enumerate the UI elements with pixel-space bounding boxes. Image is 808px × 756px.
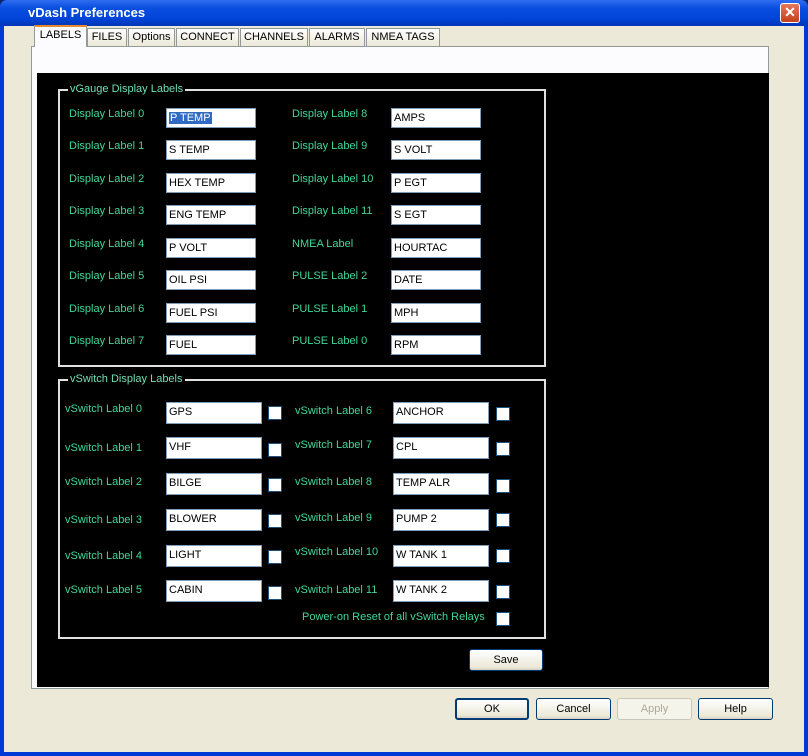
vgauge-field-3[interactable]: ENG TEMP — [166, 205, 256, 225]
vswitch-checkbox-9[interactable] — [496, 513, 510, 527]
pulse-field-0[interactable]: RPM — [391, 335, 481, 355]
tab-files[interactable]: FILES — [87, 28, 127, 46]
vgauge-label-3: Display Label 3 — [69, 205, 145, 217]
vgauge-field-10[interactable]: P EGT — [391, 173, 481, 193]
tab-nmea-tags[interactable]: NMEA TAGS — [366, 28, 440, 46]
ok-button[interactable]: OK — [455, 698, 529, 720]
vswitch-checkbox-0[interactable] — [268, 406, 282, 420]
tab-labels[interactable]: LABELS — [34, 25, 87, 47]
vswitch-checkbox-8[interactable] — [496, 479, 510, 493]
vgauge-label-6: Display Label 6 — [69, 303, 145, 315]
vgauge-field-8[interactable]: AMPS — [391, 108, 481, 128]
vswitch-label-7: vSwitch Label 7 — [295, 439, 373, 451]
save-button[interactable]: Save — [469, 649, 543, 671]
vgauge-group: vGauge Display Labels — [58, 83, 546, 367]
vswitch-label-8: vSwitch Label 8 — [295, 476, 373, 488]
vgauge-field-0[interactable]: P TEMP — [166, 108, 256, 128]
vswitch-label-0: vSwitch Label 0 — [65, 403, 143, 415]
help-button[interactable]: Help — [698, 698, 773, 720]
vswitch-field-4[interactable]: LIGHT — [166, 545, 262, 567]
preferences-window: vDash Preferences ✕ LABELS FILES Options… — [0, 0, 808, 756]
vswitch-field-3[interactable]: BLOWER — [166, 509, 262, 531]
pulse-field-1[interactable]: MPH — [391, 303, 481, 323]
title-bar[interactable]: vDash Preferences ✕ — [0, 0, 808, 26]
vgauge-label-5: Display Label 5 — [69, 270, 145, 282]
vgauge-label-11: Display Label 11 — [292, 205, 373, 217]
vswitch-field-0[interactable]: GPS — [166, 402, 262, 424]
vswitch-checkbox-7[interactable] — [496, 442, 510, 456]
vgauge-field-2[interactable]: HEX TEMP — [166, 173, 256, 193]
vswitch-label-3: vSwitch Label 3 — [65, 514, 143, 526]
vswitch-label-1: vSwitch Label 1 — [65, 442, 143, 454]
vgauge-field-4[interactable]: P VOLT — [166, 238, 256, 258]
vswitch-checkbox-6[interactable] — [496, 407, 510, 421]
vgauge-label-4: Display Label 4 — [69, 238, 145, 250]
vgauge-field-5[interactable]: OIL PSI — [166, 270, 256, 290]
close-button[interactable]: ✕ — [780, 3, 800, 23]
vgauge-label-1: Display Label 1 — [69, 140, 145, 152]
power-reset-label: Power-on Reset of all vSwitch Relays — [302, 611, 485, 623]
vswitch-group-title: vSwitch Display Labels — [68, 373, 185, 385]
vgauge-label-0: Display Label 0 — [69, 108, 145, 120]
vswitch-checkbox-4[interactable] — [268, 550, 282, 564]
vswitch-field-10[interactable]: W TANK 1 — [393, 545, 489, 567]
vswitch-checkbox-11[interactable] — [496, 585, 510, 599]
apply-button[interactable]: Apply — [617, 698, 692, 720]
nmea-label: NMEA Label — [292, 238, 354, 250]
vswitch-field-7[interactable]: CPL — [393, 437, 489, 459]
vgauge-field-0-text: P TEMP — [169, 112, 212, 124]
vswitch-label-6: vSwitch Label 6 — [295, 405, 373, 417]
tab-alarms[interactable]: ALARMS — [309, 28, 365, 46]
vswitch-label-5: vSwitch Label 5 — [65, 584, 143, 596]
vswitch-field-6[interactable]: ANCHOR — [393, 402, 489, 424]
vswitch-field-1[interactable]: VHF — [166, 437, 262, 459]
vgauge-label-8: Display Label 8 — [292, 108, 368, 120]
vgauge-field-1[interactable]: S TEMP — [166, 140, 256, 160]
vgauge-label-7: Display Label 7 — [69, 335, 145, 347]
pulse-label-0: PULSE Label 0 — [292, 335, 368, 347]
vgauge-group-title: vGauge Display Labels — [68, 83, 186, 95]
vswitch-field-8[interactable]: TEMP ALR — [393, 473, 489, 495]
vgauge-label-2: Display Label 2 — [69, 173, 145, 185]
window-title: vDash Preferences — [28, 5, 146, 20]
vgauge-field-7[interactable]: FUEL — [166, 335, 256, 355]
pulse-label-2: PULSE Label 2 — [292, 270, 368, 282]
close-icon: ✕ — [784, 4, 796, 20]
vswitch-checkbox-10[interactable] — [496, 549, 510, 563]
tab-connect[interactable]: CONNECT — [176, 28, 239, 46]
vswitch-label-10: vSwitch Label 10 — [295, 546, 379, 558]
vswitch-field-5[interactable]: CABIN — [166, 580, 262, 602]
vswitch-field-2[interactable]: BILGE — [166, 473, 262, 495]
power-reset-checkbox[interactable] — [496, 612, 510, 626]
tab-channels[interactable]: CHANNELS — [240, 28, 308, 46]
vswitch-checkbox-3[interactable] — [268, 514, 282, 528]
vswitch-label-2: vSwitch Label 2 — [65, 476, 143, 488]
pulse-label-1: PULSE Label 1 — [292, 303, 368, 315]
vswitch-label-11: vSwitch Label 11 — [295, 584, 378, 596]
vswitch-field-9[interactable]: PUMP 2 — [393, 509, 489, 531]
cancel-button[interactable]: Cancel — [536, 698, 611, 720]
vgauge-field-11[interactable]: S EGT — [391, 205, 481, 225]
pulse-field-2[interactable]: DATE — [391, 270, 481, 290]
vgauge-field-6[interactable]: FUEL PSI — [166, 303, 256, 323]
vswitch-field-11[interactable]: W TANK 2 — [393, 580, 489, 602]
vswitch-checkbox-5[interactable] — [268, 586, 282, 600]
vswitch-checkbox-1[interactable] — [268, 443, 282, 457]
vgauge-label-9: Display Label 9 — [292, 140, 368, 152]
vswitch-label-9: vSwitch Label 9 — [295, 512, 373, 524]
vswitch-label-4: vSwitch Label 4 — [65, 550, 143, 562]
vswitch-checkbox-2[interactable] — [268, 478, 282, 492]
tab-options[interactable]: Options — [128, 28, 175, 46]
vgauge-field-9[interactable]: S VOLT — [391, 140, 481, 160]
vgauge-label-10: Display Label 10 — [292, 173, 374, 185]
nmea-field[interactable]: HOURTAC — [391, 238, 481, 258]
